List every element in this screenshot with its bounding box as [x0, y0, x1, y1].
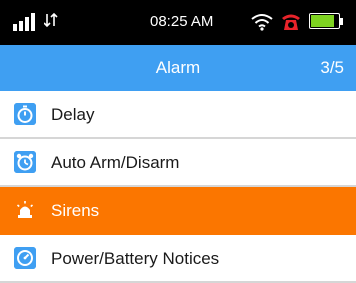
status-bar: 08:25 AM: [0, 0, 356, 45]
page-title: Alarm: [155, 58, 201, 77]
menu-item-label: Power/Battery Notices: [51, 249, 220, 268]
menu-item-power-battery-notices[interactable]: Power/Battery Notices: [0, 235, 356, 283]
menu-item-label: Auto Arm/Disarm: [51, 153, 180, 172]
stopwatch-icon: [14, 103, 36, 125]
menu-item-auto-arm-disarm[interactable]: Auto Arm/Disarm: [0, 139, 356, 187]
battery-level-fill: [311, 15, 334, 27]
siren-icon: [16, 201, 34, 218]
battery-icon: [309, 13, 347, 31]
signal-icon: [13, 13, 39, 31]
menu-item-sirens[interactable]: Sirens: [0, 187, 356, 235]
wifi-icon: [251, 14, 273, 31]
power-gauge-icon: [14, 247, 36, 269]
alarm-menu-list: Delay Auto Arm/Disarm Sirens Power/Batte…: [0, 91, 356, 283]
status-time: 08:25 AM: [150, 13, 214, 30]
data-arrows-icon: [44, 12, 58, 28]
menu-item-label: Sirens: [51, 201, 100, 220]
page-indicator: 3/5: [320, 58, 344, 77]
alarm-clock-icon: [14, 151, 36, 173]
menu-item-label: Delay: [51, 105, 95, 124]
alarm-clock-icon: [282, 14, 300, 30]
menu-item-delay[interactable]: Delay: [0, 91, 356, 139]
app-header: Alarm 3/5: [0, 45, 356, 91]
